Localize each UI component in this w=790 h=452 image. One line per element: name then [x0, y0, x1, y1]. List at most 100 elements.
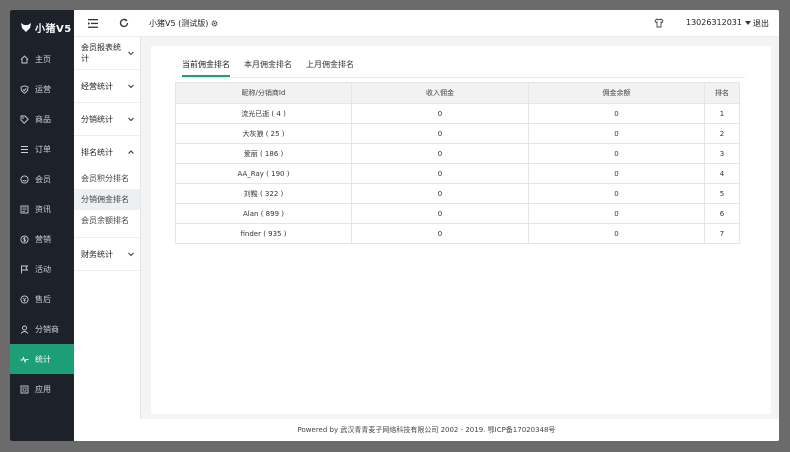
column-header: 收入佣金	[351, 82, 529, 104]
nav-item-label: 商品	[35, 114, 51, 124]
table-row: 流光已逝 ( 4 ) 0 0 1	[175, 103, 740, 124]
submenu-group-label: 财务统计	[81, 249, 113, 259]
menu-toggle-icon[interactable]	[88, 19, 98, 28]
table-cell: 7	[704, 223, 740, 244]
dollar-icon	[20, 234, 29, 244]
table-cell: 0	[528, 103, 705, 124]
table-cell: 爱丽 ( 186 )	[175, 143, 352, 164]
topbar-left	[74, 10, 141, 37]
nav-item-label: 会员	[35, 174, 51, 184]
nav-item-3[interactable]: 订单	[10, 134, 74, 164]
ranking-table: 昵称/分销商Id 收入佣金 佣金余额 排名 流光已逝 ( 4 ) 0 0 1 大灰狼 ( 25…	[175, 82, 740, 244]
submenu-item[interactable]: 会员积分排名	[74, 168, 140, 189]
submenu-group-header[interactable]: 分销统计	[74, 103, 140, 135]
submenu-group-header[interactable]: 经营统计	[74, 70, 140, 102]
table-cell: Alan ( 899 )	[175, 203, 352, 224]
column-header: 昵称/分销商Id	[175, 82, 352, 104]
nav-item-0[interactable]: 主页	[10, 44, 74, 74]
nav-item-5[interactable]: 资讯	[10, 194, 74, 224]
nav-item-2[interactable]: 商品	[10, 104, 74, 134]
chevron-up-icon	[128, 150, 134, 154]
table-row: 大灰狼 ( 25 ) 0 0 2	[175, 123, 740, 144]
table-header-row: 昵称/分销商Id 收入佣金 佣金余额 排名	[175, 82, 740, 104]
table-cell: 流光已逝 ( 4 )	[175, 103, 352, 124]
submenu-item[interactable]: 会员余额排名	[74, 210, 140, 231]
aftersale-icon	[20, 294, 29, 304]
submenu-group-header[interactable]: 财务统计	[74, 238, 140, 270]
table-cell: 0	[528, 123, 705, 144]
table-cell: 5	[704, 183, 740, 204]
submenu-group-label: 排名统计	[81, 147, 113, 157]
table-cell: 0	[351, 103, 529, 124]
content-panel: 当前佣金排名 本月佣金排名 上月佣金排名 昵称/分销商Id 收入佣金 佣金余额 排名 流光…	[151, 46, 771, 414]
table-cell: 刘黢 ( 322 )	[175, 183, 352, 204]
sub-sidebar: 会员报表统计经营统计分销统计排名统计会员积分排名 分销佣金排名 会员余额排名财务统计	[74, 37, 141, 419]
submenu-item[interactable]: 分销佣金排名	[74, 189, 140, 210]
flag-icon	[21, 265, 29, 273]
nav-item-label: 资讯	[35, 204, 51, 214]
nav-item-label: 统计	[35, 354, 51, 364]
shirt-icon[interactable]	[654, 18, 664, 28]
table-cell: 2	[704, 123, 740, 144]
app-window: 小猪V5 主页运营商品订单会员资讯营销活动售后分销商统计应用 小猪V5 (测试版…	[10, 10, 779, 441]
account-menu[interactable]: 13026312031	[686, 18, 751, 27]
user-icon	[20, 325, 29, 334]
gear-icon[interactable]	[211, 20, 218, 27]
logo[interactable]: 小猪V5	[10, 10, 74, 44]
list-icon	[21, 145, 28, 153]
table-cell: 0	[351, 163, 529, 184]
table-cell: 大灰狼 ( 25 )	[175, 123, 352, 144]
nav-item-1[interactable]: 运营	[10, 74, 74, 104]
pig-logo-icon	[21, 23, 31, 32]
nav-item-8[interactable]: 售后	[10, 284, 74, 314]
nav-item-4[interactable]: 会员	[10, 164, 74, 194]
pulse-icon	[20, 355, 29, 363]
table-row: 刘黢 ( 322 ) 0 0 5	[175, 183, 740, 204]
nav-item-10[interactable]: 统计	[10, 344, 74, 374]
table-row: finder ( 935 ) 0 0 7	[175, 223, 740, 244]
tab-0[interactable]: 当前佣金排名	[182, 60, 230, 77]
chevron-down-icon	[128, 51, 134, 56]
submenu-group: 排名统计会员积分排名 分销佣金排名 会员余额排名	[74, 136, 140, 238]
table-cell: 3	[704, 143, 740, 164]
submenu-group-label: 经营统计	[81, 81, 113, 91]
table-cell: 0	[351, 183, 529, 204]
nav-item-label: 主页	[35, 54, 51, 64]
nav-item-11[interactable]: 应用	[10, 374, 74, 404]
top-bar: 小猪V5 (测试版) 13026312031 退出	[88, 10, 779, 37]
tabs-divider	[182, 77, 745, 78]
app-title-text: 小猪V5 (测试版)	[149, 19, 209, 28]
submenu-group: 经营统计	[74, 70, 140, 103]
tab-1[interactable]: 本月佣金排名	[244, 60, 292, 77]
caret-down-icon	[745, 20, 751, 25]
refresh-icon[interactable]	[119, 18, 129, 28]
ranking-tabs: 当前佣金排名 本月佣金排名 上月佣金排名	[182, 60, 368, 78]
table-cell: 0	[528, 143, 705, 164]
news-icon	[20, 205, 29, 213]
nav-item-label: 售后	[35, 294, 51, 304]
nav-item-7[interactable]: 活动	[10, 254, 74, 284]
tab-2[interactable]: 上月佣金排名	[306, 60, 354, 77]
logout-link[interactable]: 退出	[753, 18, 769, 29]
table-cell: 0	[528, 163, 705, 184]
submenu-group: 会员报表统计	[74, 37, 140, 70]
nav-item-9[interactable]: 分销商	[10, 314, 74, 344]
home-icon	[20, 54, 29, 63]
table-cell: 0	[528, 223, 705, 244]
column-header: 佣金余额	[528, 82, 705, 104]
nav-item-6[interactable]: 营销	[10, 224, 74, 254]
nav-item-label: 活动	[35, 264, 51, 274]
table-cell: finder ( 935 )	[175, 223, 352, 244]
account-phone: 13026312031	[686, 18, 742, 27]
tag-icon	[20, 115, 29, 124]
submenu-group-header[interactable]: 排名统计	[74, 136, 140, 168]
table-cell: 0	[351, 223, 529, 244]
table-row: Alan ( 899 ) 0 0 6	[175, 203, 740, 224]
nav-item-label: 运营	[35, 84, 51, 94]
smile-icon	[20, 174, 29, 184]
chevron-down-icon	[128, 84, 134, 89]
footer: Powered by 武汉青青麦子网络科技有限公司 2002 - 2019. 鄂…	[74, 419, 779, 441]
submenu-group-header[interactable]: 会员报表统计	[74, 37, 140, 69]
table-cell: 0	[528, 203, 705, 224]
table-row: 爱丽 ( 186 ) 0 0 3	[175, 143, 740, 164]
